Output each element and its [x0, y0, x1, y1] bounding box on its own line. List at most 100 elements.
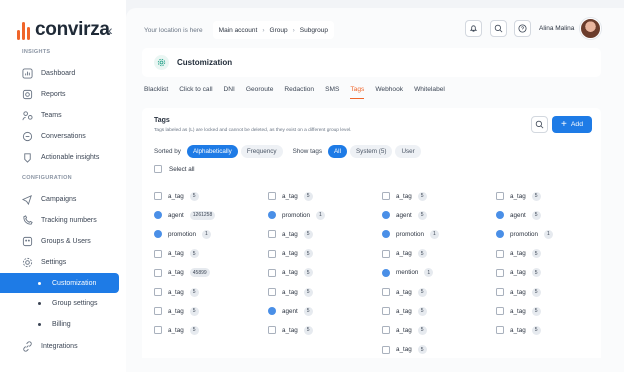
tab-click-to-call[interactable]: Click to call	[179, 85, 212, 99]
tag-item[interactable]: a_tag 5	[382, 344, 427, 356]
tag-item[interactable]: a_tag 5	[496, 286, 541, 298]
tag-item[interactable]: a_tag 5	[268, 267, 313, 279]
tag-checkbox[interactable]	[268, 249, 276, 258]
tab-blacklist[interactable]: Blacklist	[144, 85, 168, 99]
tag-checkbox[interactable]	[382, 345, 390, 354]
sidebar-item-reports[interactable]: Reports	[0, 84, 119, 104]
tag-checkbox[interactable]	[496, 288, 504, 296]
tag-item[interactable]: promotion 1	[496, 228, 553, 240]
show-all-pill[interactable]: All	[327, 144, 347, 158]
tab-redaction[interactable]: Redaction	[284, 85, 314, 99]
sort-alphabetically-pill[interactable]: Alphabetically	[186, 144, 238, 158]
tag-item[interactable]: a_tag 5	[496, 248, 541, 260]
user-name[interactable]: Alina Malina	[539, 25, 574, 32]
tag-item[interactable]: a_tag 5	[496, 305, 541, 317]
tag-checkbox[interactable]	[268, 326, 276, 335]
tag-checkbox[interactable]	[382, 307, 390, 316]
sidebar-item-integrations[interactable]: Integrations	[0, 336, 119, 356]
tag-item[interactable]: promotion 1	[268, 209, 325, 221]
tag-item[interactable]: agent 5	[496, 209, 541, 221]
breadcrumb-item[interactable]: Group	[270, 27, 288, 34]
sidebar-subitem-customization[interactable]: Customization	[0, 273, 119, 293]
tag-checkbox[interactable]	[268, 288, 276, 296]
tag-item[interactable]: agent 5	[268, 305, 313, 317]
tag-item[interactable]: promotion 1	[382, 228, 439, 240]
tag-checkbox[interactable]	[496, 326, 504, 335]
search-tags-icon[interactable]	[531, 116, 548, 133]
tag-item[interactable]: a_tag 5	[382, 286, 427, 298]
tag-item[interactable]: a_tag 5	[496, 267, 541, 279]
tab-sms[interactable]: SMS	[325, 85, 339, 99]
tag-item[interactable]: a_tag 5	[496, 190, 541, 202]
tag-item[interactable]: a_tag 5	[382, 248, 427, 260]
tag-checkbox[interactable]	[154, 307, 162, 316]
tag-item[interactable]: agent 5	[382, 209, 427, 221]
tab-dni[interactable]: DNI	[224, 85, 235, 99]
tag-checkbox[interactable]	[382, 249, 390, 258]
tag-count-badge: 5	[531, 249, 541, 259]
sidebar-item-dashboard[interactable]: Dashboard	[0, 63, 119, 83]
tag-checkbox[interactable]	[154, 268, 162, 277]
tag-item[interactable]: a_tag 5	[268, 286, 313, 298]
tag-item[interactable]: a_tag 5	[154, 190, 199, 202]
tag-item[interactable]: a_tag 45899	[154, 267, 210, 279]
sidebar-subitem-billing[interactable]: Billing	[0, 314, 119, 334]
sidebar-item-settings[interactable]: Settings	[0, 252, 119, 272]
tag-item[interactable]: a_tag 5	[268, 228, 313, 240]
breadcrumb-item[interactable]: Main account	[219, 27, 258, 34]
sidebar-subitem-group-settings[interactable]: Group settings	[0, 293, 119, 313]
tag-item[interactable]: a_tag 5	[268, 324, 313, 336]
avatar[interactable]	[580, 18, 601, 39]
tag-checkbox[interactable]	[154, 288, 162, 296]
collapse-sidebar-chevron-icon[interactable]: ‹	[108, 22, 113, 38]
sidebar-item-groups-users[interactable]: Groups & Users	[0, 231, 119, 251]
tag-item[interactable]: agent 1261258	[154, 209, 216, 221]
sort-frequency-pill[interactable]: Frequency	[240, 144, 283, 158]
sidebar-item-tracking-numbers[interactable]: Tracking numbers	[0, 210, 119, 230]
tag-item[interactable]: a_tag 5	[496, 324, 541, 336]
tag-checkbox[interactable]	[382, 192, 390, 200]
tag-checkbox[interactable]	[154, 249, 162, 258]
tag-checkbox[interactable]	[154, 192, 162, 200]
tag-checkbox[interactable]	[154, 326, 162, 335]
select-all[interactable]: Select all	[154, 165, 195, 173]
tag-item[interactable]: a_tag 5	[154, 305, 199, 317]
tag-item[interactable]: a_tag 5	[268, 248, 313, 260]
sidebar-item-conversations[interactable]: Conversations	[0, 126, 119, 146]
tag-item[interactable]: a_tag 5	[154, 286, 199, 298]
tag-item[interactable]: a_tag 5	[382, 305, 427, 317]
tab-webhook[interactable]: Webhook	[375, 85, 403, 99]
search-icon[interactable]	[490, 20, 507, 37]
add-tag-button[interactable]: + Add	[552, 116, 592, 133]
tag-checkbox[interactable]	[382, 326, 390, 335]
tag-checkbox[interactable]	[268, 230, 276, 239]
tab-georoute[interactable]: Georoute	[246, 85, 274, 99]
tag-item[interactable]: a_tag 5	[382, 190, 427, 202]
tag-item[interactable]: a_tag 5	[154, 324, 199, 336]
select-all-checkbox[interactable]	[154, 165, 162, 173]
tag-checkbox[interactable]	[496, 249, 504, 258]
tag-item[interactable]: a_tag 5	[154, 248, 199, 260]
tag-checkbox[interactable]	[496, 268, 504, 277]
tag-checkbox[interactable]	[268, 192, 276, 200]
sidebar-item-teams[interactable]: Teams	[0, 105, 119, 125]
sidebar-item-actionable-insights[interactable]: Actionable insights	[0, 147, 119, 167]
tab-tags[interactable]: Tags	[350, 85, 365, 99]
tab-whitelabel[interactable]: Whitelabel	[414, 85, 445, 99]
section-label-configuration: CONFIGURATION	[22, 175, 72, 181]
tag-item[interactable]: a_tag 5	[268, 190, 313, 202]
tag-checkbox[interactable]	[496, 192, 504, 200]
brand-logo[interactable]: convirza	[17, 18, 110, 42]
tag-checkbox[interactable]	[382, 288, 390, 296]
breadcrumb-item[interactable]: Subgroup	[300, 27, 328, 34]
notifications-bell-icon[interactable]	[465, 20, 482, 37]
show-system-pill[interactable]: System (5)	[349, 144, 393, 158]
tag-checkbox[interactable]	[496, 307, 504, 316]
show-user-pill[interactable]: User	[395, 144, 421, 158]
tag-checkbox[interactable]	[268, 268, 276, 277]
sidebar-item-campaigns[interactable]: Campaigns	[0, 189, 119, 209]
tag-item[interactable]: a_tag 5	[382, 324, 427, 336]
help-icon[interactable]	[514, 20, 531, 37]
tag-item[interactable]: mention 1	[382, 267, 434, 279]
tag-item[interactable]: promotion 1	[154, 228, 211, 240]
